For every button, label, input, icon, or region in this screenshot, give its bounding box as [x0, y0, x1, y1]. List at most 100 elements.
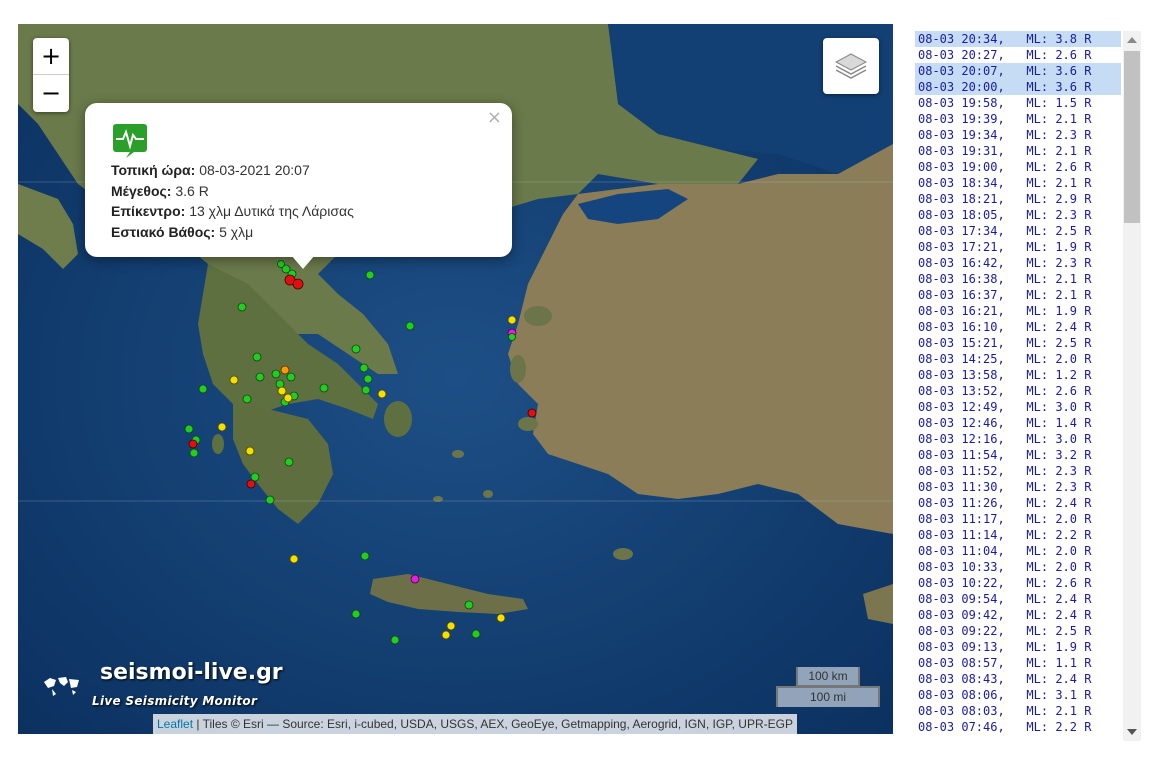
earthquake-list-item[interactable]: 08-03 19:39, ML: 2.1 R — [915, 111, 1121, 127]
quake-time: 09:54 — [961, 592, 998, 606]
earthquake-list-item[interactable]: 08-03 20:07, ML: 3.6 R — [915, 63, 1121, 79]
quake-datetime: 08-03 — [918, 128, 955, 142]
ml-label: ML: — [1026, 560, 1049, 574]
scroll-thumb[interactable] — [1124, 51, 1140, 223]
earthquake-list-item[interactable]: 08-03 11:52, ML: 2.3 R — [915, 463, 1121, 479]
earthquake-list-item[interactable]: 08-03 16:21, ML: 1.9 R — [915, 303, 1121, 319]
ml-label: ML: — [1026, 64, 1049, 78]
quake-datetime: 08-03 — [918, 560, 955, 574]
earthquake-list-item[interactable]: 08-03 09:42, ML: 2.4 R — [915, 607, 1121, 623]
ml-label: ML: — [1026, 96, 1049, 110]
quake-datetime: 08-03 — [918, 144, 955, 158]
earthquake-popup: × Τοπική ώρα: 08-03-2021 20:07 Μέγεθος: … — [85, 103, 512, 269]
earthquake-list-item[interactable]: 08-03 19:00, ML: 2.6 R — [915, 159, 1121, 175]
quake-datetime: 08-03 — [918, 192, 955, 206]
earthquake-list-item[interactable]: 08-03 16:42, ML: 2.3 R — [915, 255, 1121, 271]
earthquake-list-item[interactable]: 08-03 07:46, ML: 2.2 R — [915, 719, 1121, 735]
magnitude-value: 3.6 R — [175, 182, 209, 199]
earthquake-list-item[interactable]: 08-03 16:10, ML: 2.4 R — [915, 319, 1121, 335]
earthquake-list-item[interactable]: 08-03 08:06, ML: 3.1 R — [915, 687, 1121, 703]
leaflet-link[interactable]: Leaflet — [157, 717, 193, 731]
quake-magnitude: 1.4 R — [1055, 416, 1092, 430]
earthquake-list-item[interactable]: 08-03 10:22, ML: 2.6 R — [915, 575, 1121, 591]
quake-time: 08:03 — [961, 704, 998, 718]
ml-label: ML: — [1026, 320, 1049, 334]
earthquake-list-item[interactable]: 08-03 16:38, ML: 2.1 R — [915, 271, 1121, 287]
ml-label: ML: — [1026, 688, 1049, 702]
scroll-down-arrow[interactable] — [1127, 729, 1137, 735]
quake-time: 19:34 — [961, 128, 998, 142]
earthquake-list-item[interactable]: 08-03 08:57, ML: 1.1 R — [915, 655, 1121, 671]
earthquake-list-item[interactable]: 08-03 08:43, ML: 2.4 R — [915, 671, 1121, 687]
earthquake-list-item[interactable]: 08-03 17:21, ML: 1.9 R — [915, 239, 1121, 255]
earthquake-list-item[interactable]: 08-03 11:17, ML: 2.0 R — [915, 511, 1121, 527]
earthquake-list-item[interactable]: 08-03 18:05, ML: 2.3 R — [915, 207, 1121, 223]
scroll-up-arrow[interactable] — [1127, 37, 1137, 43]
list-scrollbar[interactable] — [1123, 31, 1141, 741]
earthquake-list-item[interactable]: 08-03 13:52, ML: 2.6 R — [915, 383, 1121, 399]
earthquake-list-item[interactable]: 08-03 11:04, ML: 2.0 R — [915, 543, 1121, 559]
quake-datetime: 08-03 — [918, 704, 955, 718]
zoom-in-button[interactable]: + — [33, 38, 69, 75]
popup-close-button[interactable]: × — [487, 107, 502, 128]
world-map-icon — [44, 677, 79, 696]
quake-datetime: 08-03 — [918, 432, 955, 446]
quake-datetime: 08-03 — [918, 720, 955, 734]
earthquake-list-item[interactable]: 08-03 20:00, ML: 3.6 R — [915, 79, 1121, 95]
quake-time: 17:34 — [961, 224, 998, 238]
quake-datetime: 08-03 — [918, 656, 955, 670]
ml-label: ML: — [1026, 160, 1049, 174]
earthquake-list-item[interactable]: 08-03 17:34, ML: 2.5 R — [915, 223, 1121, 239]
earthquake-list-item[interactable]: 08-03 09:54, ML: 2.4 R — [915, 591, 1121, 607]
zoom-out-button[interactable]: − — [33, 75, 69, 111]
ml-label: ML: — [1026, 224, 1049, 238]
earthquake-list-item[interactable]: 08-03 14:25, ML: 2.0 R — [915, 351, 1121, 367]
ml-label: ML: — [1026, 544, 1049, 558]
quake-time: 11:30 — [961, 480, 998, 494]
earthquake-list-item[interactable]: 08-03 09:22, ML: 2.5 R — [915, 623, 1121, 639]
ml-label: ML: — [1026, 720, 1049, 734]
earthquake-list-item[interactable]: 08-03 19:34, ML: 2.3 R — [915, 127, 1121, 143]
quake-magnitude: 2.3 R — [1055, 208, 1092, 222]
quake-time: 13:58 — [961, 368, 998, 382]
quake-time: 16:37 — [961, 288, 998, 302]
earthquake-list-item[interactable]: 08-03 19:58, ML: 1.5 R — [915, 95, 1121, 111]
quake-magnitude: 1.9 R — [1055, 640, 1092, 654]
seismicity-map[interactable]: + − × Τοπική ώρα: 08-03-2021 20:07 Μέγεθ… — [18, 24, 893, 734]
earthquake-list-item[interactable]: 08-03 08:03, ML: 2.1 R — [915, 703, 1121, 719]
quake-magnitude: 2.6 R — [1055, 576, 1092, 590]
earthquake-list-item[interactable]: 08-03 15:21, ML: 2.5 R — [915, 335, 1121, 351]
quake-datetime: 08-03 — [918, 528, 955, 542]
quake-magnitude: 2.0 R — [1055, 512, 1092, 526]
layers-button[interactable] — [823, 38, 879, 94]
quake-time: 16:21 — [961, 304, 998, 318]
quake-datetime: 08-03 — [918, 96, 955, 110]
earthquake-list-item[interactable]: 08-03 19:31, ML: 2.1 R — [915, 143, 1121, 159]
earthquake-list-item[interactable]: 08-03 12:46, ML: 1.4 R — [915, 415, 1121, 431]
earthquake-list[interactable]: 08-03 20:34, ML: 3.8 R 08-03 20:27, ML: 2… — [915, 31, 1121, 741]
quake-datetime: 08-03 — [918, 176, 955, 190]
earthquake-list-item[interactable]: 08-03 12:16, ML: 3.0 R — [915, 431, 1121, 447]
ml-label: ML: — [1026, 576, 1049, 590]
earthquake-list-item[interactable]: 08-03 11:30, ML: 2.3 R — [915, 479, 1121, 495]
earthquake-list-item[interactable]: 08-03 11:26, ML: 2.4 R — [915, 495, 1121, 511]
earthquake-list-item[interactable]: 08-03 18:34, ML: 2.1 R — [915, 175, 1121, 191]
earthquake-list-item[interactable]: 08-03 20:27, ML: 2.6 R — [915, 47, 1121, 63]
earthquake-list-item[interactable]: 08-03 16:37, ML: 2.1 R — [915, 287, 1121, 303]
ml-label: ML: — [1026, 368, 1049, 382]
quake-datetime: 08-03 — [918, 80, 955, 94]
earthquake-list-item[interactable]: 08-03 11:54, ML: 3.2 R — [915, 447, 1121, 463]
earthquake-list-item[interactable]: 08-03 18:21, ML: 2.9 R — [915, 191, 1121, 207]
local-time-value: 08-03-2021 20:07 — [199, 162, 310, 178]
earthquake-list-item[interactable]: 08-03 12:49, ML: 3.0 R — [915, 399, 1121, 415]
earthquake-list-item[interactable]: 08-03 10:33, ML: 2.0 R — [915, 559, 1121, 575]
earthquake-list-item[interactable]: 08-03 11:14, ML: 2.2 R — [915, 527, 1121, 543]
ml-label: ML: — [1026, 496, 1049, 510]
quake-datetime: 08-03 — [918, 32, 955, 46]
quake-datetime: 08-03 — [918, 208, 955, 222]
earthquake-list-item[interactable]: 08-03 20:34, ML: 3.8 R — [915, 31, 1121, 47]
earthquake-list-item[interactable]: 08-03 09:13, ML: 1.9 R — [915, 639, 1121, 655]
earthquake-list-item[interactable]: 08-03 13:58, ML: 1.2 R — [915, 367, 1121, 383]
scale-mi: 100 mi — [776, 686, 880, 707]
quake-magnitude: 2.9 R — [1055, 192, 1092, 206]
